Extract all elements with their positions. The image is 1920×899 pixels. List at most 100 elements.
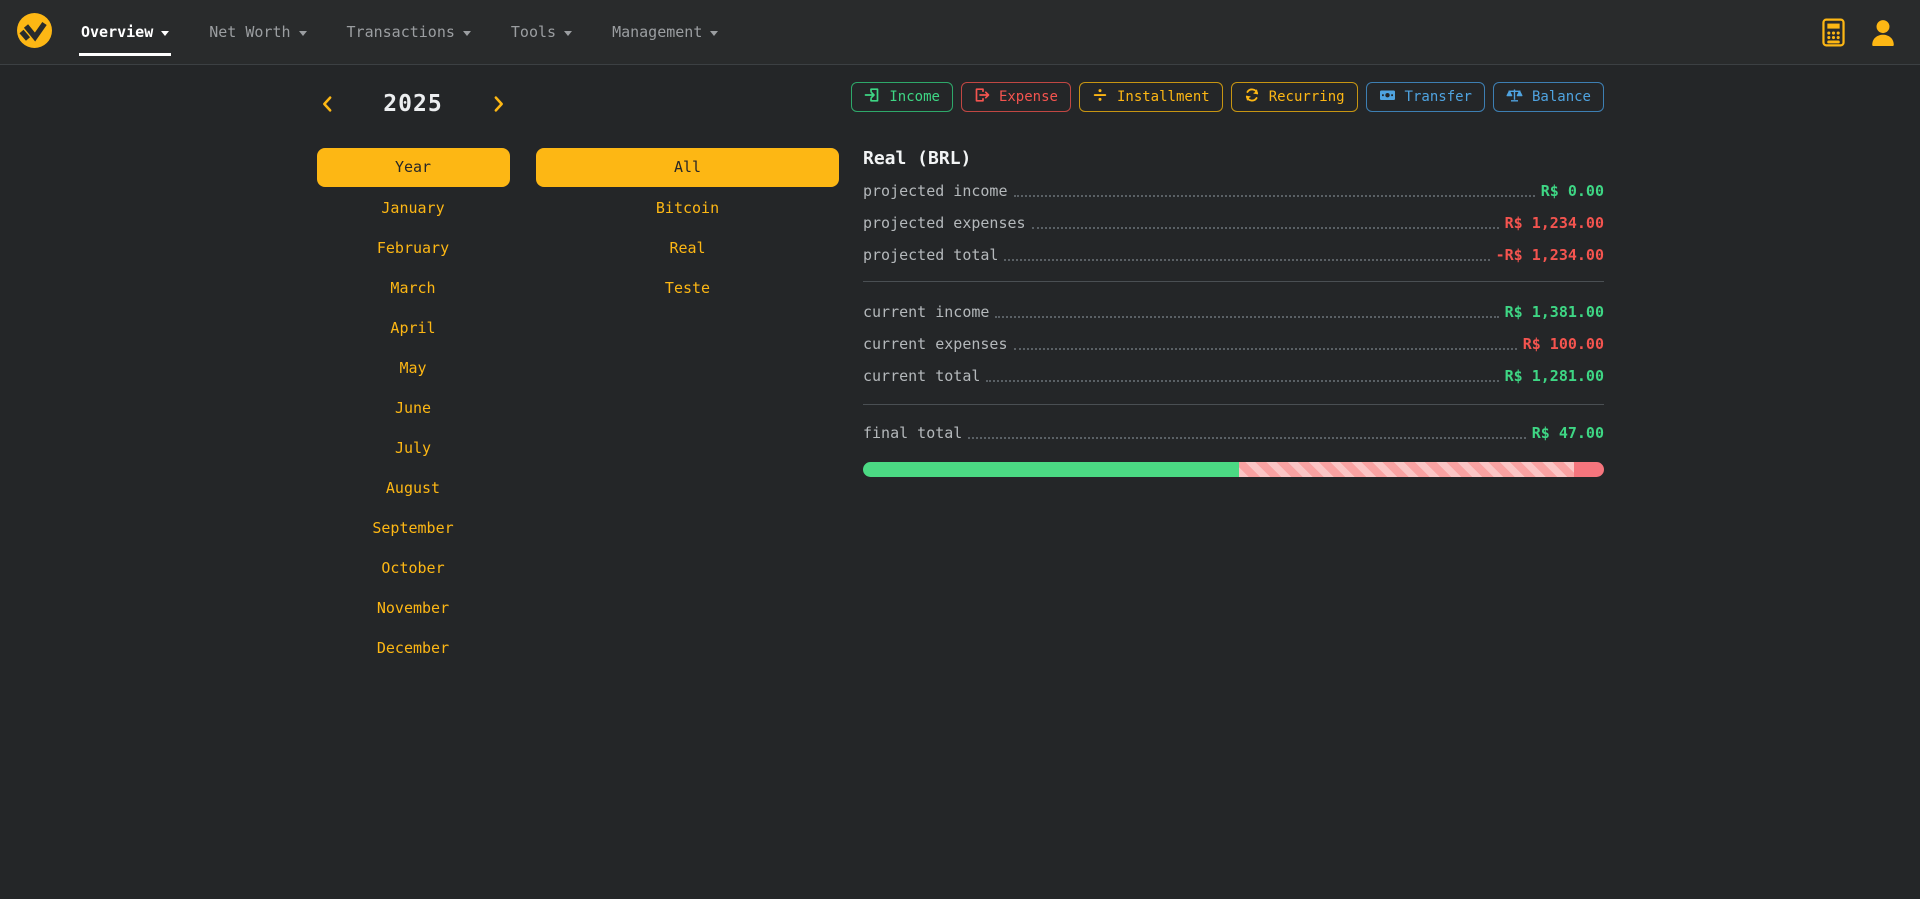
dotted-leader	[986, 380, 1498, 382]
dotted-leader	[968, 437, 1525, 439]
row-label: current total	[863, 367, 980, 385]
progress-segment-red	[1574, 462, 1604, 477]
chevron-down-icon	[463, 31, 471, 36]
current-year-label: 2025	[383, 91, 442, 117]
chevron-down-icon	[299, 31, 307, 36]
row-value: R$ 1,381.00	[1505, 303, 1604, 321]
month-item-may[interactable]: May	[298, 348, 528, 388]
row-value: R$ 1,281.00	[1505, 367, 1604, 385]
nav-item-management[interactable]: Management	[612, 23, 718, 41]
main-menu: Overview Net Worth Transactions Tools Ma…	[81, 23, 718, 41]
month-item-august[interactable]: August	[298, 468, 528, 508]
brand-logo[interactable]	[14, 10, 55, 55]
month-item-october[interactable]: October	[298, 548, 528, 588]
chevron-down-icon	[710, 31, 718, 36]
year-navigator: 2025	[317, 87, 510, 121]
all-accounts-button[interactable]: All	[536, 148, 839, 187]
current-summary-rows: current income R$ 1,381.00 current expen…	[863, 296, 1604, 392]
dotted-leader	[1004, 259, 1489, 261]
box-arrow-right-icon	[974, 87, 990, 107]
summary-row-current-income: current income R$ 1,381.00	[863, 296, 1604, 328]
row-label: current income	[863, 303, 989, 321]
progress-segment-striped	[1239, 462, 1574, 477]
accounts-column: All Bitcoin Real Teste	[536, 81, 839, 668]
month-item-june[interactable]: June	[298, 388, 528, 428]
period-column: 2025 Year January February March April M…	[298, 81, 528, 668]
summary-row-current-total: current total R$ 1,281.00	[863, 360, 1604, 392]
summary-column: Income Expense	[863, 81, 1604, 668]
year-button[interactable]: Year	[317, 148, 510, 187]
account-item-teste[interactable]: Teste	[536, 268, 839, 308]
nav-item-label: Net Worth	[209, 23, 290, 41]
month-item-december[interactable]: December	[298, 628, 528, 668]
chevron-down-icon	[161, 31, 169, 36]
income-filter-button[interactable]: Income	[851, 82, 953, 112]
row-label: projected expenses	[863, 214, 1026, 232]
cash-icon	[1379, 87, 1396, 107]
scales-icon	[1506, 87, 1523, 107]
section-divider	[863, 281, 1604, 282]
account-item-bitcoin[interactable]: Bitcoin	[536, 188, 839, 228]
transfer-filter-button[interactable]: Transfer	[1366, 82, 1485, 112]
summary-row-projected-income: projected income R$ 0.00	[863, 175, 1604, 207]
calculator-icon[interactable]	[1821, 18, 1846, 47]
nav-item-net-worth[interactable]: Net Worth	[209, 23, 306, 41]
nav-item-label: Transactions	[347, 23, 455, 41]
division-icon	[1092, 87, 1108, 107]
month-item-march[interactable]: March	[298, 268, 528, 308]
month-item-november[interactable]: November	[298, 588, 528, 628]
row-label: final total	[863, 424, 962, 442]
nav-item-label: Management	[612, 23, 702, 41]
month-item-february[interactable]: February	[298, 228, 528, 268]
navbar-actions	[1821, 18, 1906, 47]
row-label: current expenses	[863, 335, 1008, 353]
nav-item-label: Overview	[81, 23, 153, 41]
next-year-button[interactable]	[488, 92, 509, 116]
filter-label: Balance	[1532, 89, 1591, 105]
dotted-leader	[1014, 348, 1517, 350]
filter-label: Expense	[999, 89, 1058, 105]
month-item-january[interactable]: January	[298, 188, 528, 228]
nav-item-tools[interactable]: Tools	[511, 23, 572, 41]
row-value: R$ 100.00	[1523, 335, 1604, 353]
row-value: R$ 47.00	[1532, 424, 1604, 442]
installment-filter-button[interactable]: Installment	[1079, 82, 1223, 112]
dotted-leader	[1014, 195, 1535, 197]
projected-summary-rows: projected income R$ 0.00 projected expen…	[863, 175, 1604, 271]
transaction-type-filters: Income Expense	[863, 82, 1604, 112]
coin-w-logo-icon	[14, 10, 55, 55]
summary-row-projected-total: projected total -R$ 1,234.00	[863, 239, 1604, 271]
dotted-leader	[1032, 227, 1499, 229]
nav-item-label: Tools	[511, 23, 556, 41]
section-divider	[863, 404, 1604, 405]
row-label: projected income	[863, 182, 1008, 200]
filter-label: Income	[889, 89, 940, 105]
recurring-filter-button[interactable]: Recurring	[1231, 82, 1358, 112]
expense-filter-button[interactable]: Expense	[961, 82, 1071, 112]
summary-title: Real (BRL)	[863, 148, 1604, 169]
row-value: R$ 1,234.00	[1505, 214, 1604, 232]
month-item-september[interactable]: September	[298, 508, 528, 548]
row-value: R$ 0.00	[1541, 182, 1604, 200]
filter-label: Installment	[1117, 89, 1210, 105]
month-item-july[interactable]: July	[298, 428, 528, 468]
user-icon[interactable]	[1870, 18, 1896, 46]
row-label: projected total	[863, 246, 998, 264]
month-list: January February March April May June Ju…	[298, 188, 528, 668]
filter-label: Recurring	[1269, 89, 1345, 105]
dotted-leader	[995, 316, 1498, 318]
box-arrow-in-right-icon	[864, 87, 880, 107]
summary-row-current-expenses: current expenses R$ 100.00	[863, 328, 1604, 360]
account-list: Bitcoin Real Teste	[536, 188, 839, 308]
nav-item-transactions[interactable]: Transactions	[347, 23, 471, 41]
previous-year-button[interactable]	[317, 92, 338, 116]
account-item-real[interactable]: Real	[536, 228, 839, 268]
nav-item-overview[interactable]: Overview	[81, 23, 169, 41]
month-item-april[interactable]: April	[298, 308, 528, 348]
progress-segment-green	[863, 462, 1239, 477]
income-expense-progress-bar	[863, 462, 1604, 477]
top-navbar: Overview Net Worth Transactions Tools Ma…	[0, 0, 1920, 65]
filter-label: Transfer	[1405, 89, 1472, 105]
balance-filter-button[interactable]: Balance	[1493, 82, 1604, 112]
chevron-down-icon	[564, 31, 572, 36]
